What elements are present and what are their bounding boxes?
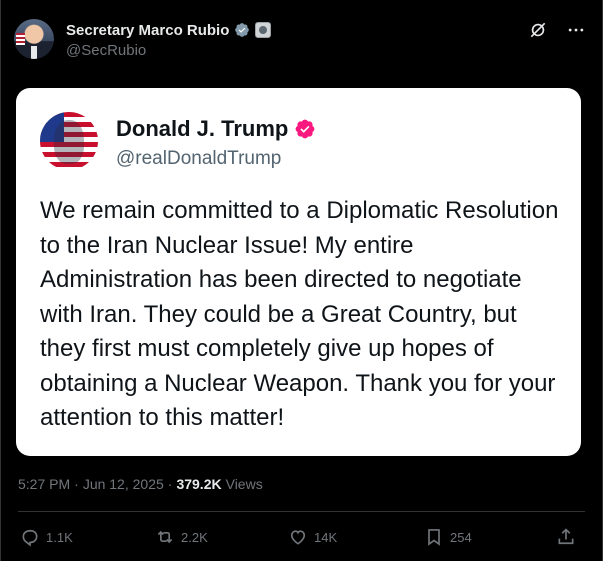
author-name-row: Secretary Marco Rubio	[66, 20, 272, 40]
author-name[interactable]: Secretary Marco Rubio	[66, 22, 229, 39]
avatar-shirt	[31, 46, 37, 59]
repost-count: 2.2K	[181, 529, 208, 545]
embedded-post-text: We remain committed to a Diplomatic Reso…	[40, 197, 559, 431]
grok-icon[interactable]	[528, 20, 548, 40]
meta-separator: ·	[74, 476, 79, 492]
embedded-author-name: Donald J. Trump	[116, 116, 289, 141]
tweet-date[interactable]: Jun 12, 2025	[83, 476, 164, 492]
verified-badge-icon	[235, 23, 250, 37]
header-actions	[528, 20, 586, 40]
repost-button[interactable]: 2.2K	[155, 524, 208, 550]
tweet-detail: Secretary Marco Rubio @SecRubio Donald J…	[0, 0, 603, 561]
embedded-author-avatar	[40, 112, 98, 170]
tweet-time[interactable]: 5:27 PM	[18, 476, 70, 492]
divider	[18, 511, 585, 512]
reply-count: 1.1K	[46, 529, 73, 545]
bookmark-icon	[428, 529, 440, 546]
like-icon	[290, 530, 306, 545]
meta-separator-2: ·	[167, 476, 173, 492]
tweet-header: Secretary Marco Rubio @SecRubio	[14, 14, 592, 62]
share-icon	[558, 528, 574, 545]
views-label: Views	[225, 476, 263, 492]
more-icon[interactable]	[566, 20, 586, 40]
embedded-author-handle: @realDonaldTrump	[116, 148, 282, 169]
repost-icon	[157, 530, 173, 544]
author-avatar[interactable]	[14, 19, 54, 59]
share-button[interactable]	[556, 524, 576, 550]
like-button[interactable]: 14K	[288, 524, 337, 550]
government-seal-icon	[255, 22, 272, 38]
action-bar: 1.1K 2.2K 14K 254	[20, 524, 580, 550]
left-border	[0, 0, 1, 561]
post-image-card[interactable]: Donald J. Trump @realDonaldTrump We rema…	[16, 88, 581, 456]
flag-pin	[16, 33, 25, 45]
embedded-name-row: Donald J. Trump	[116, 116, 316, 142]
views-count: 379.2K	[176, 476, 222, 492]
avatar-portrait	[54, 120, 84, 164]
tweet-meta: 5:27 PM · Jun 12, 2025 · 379.2K Views	[18, 476, 263, 492]
author-handle[interactable]: @SecRubio	[66, 42, 146, 59]
bookmark-button[interactable]: 254	[424, 524, 472, 550]
bookmark-count: 254	[450, 529, 472, 545]
verified-badge-icon	[295, 119, 315, 139]
reply-button[interactable]: 1.1K	[20, 524, 73, 550]
reply-icon	[22, 529, 38, 547]
like-count: 14K	[314, 529, 338, 545]
